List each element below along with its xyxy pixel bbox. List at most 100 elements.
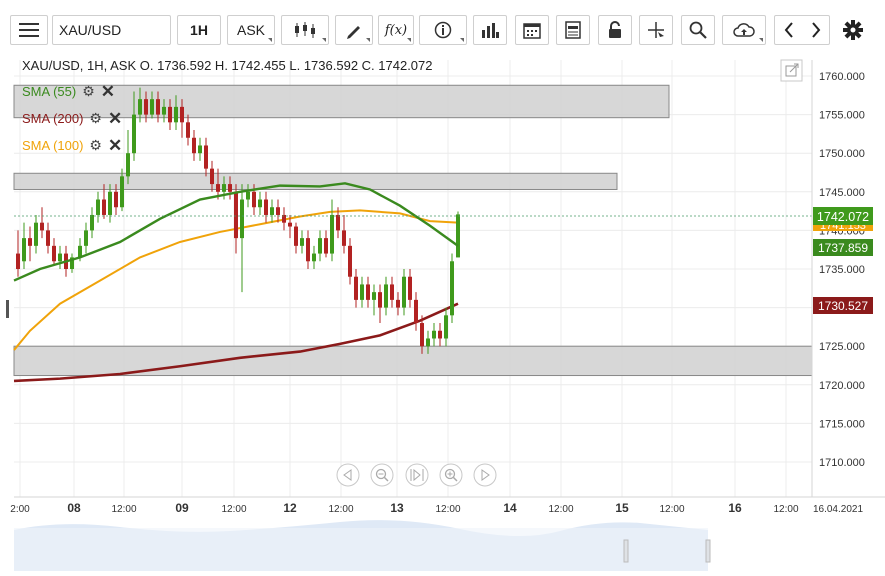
cloud-button[interactable]	[722, 15, 766, 45]
candle-body	[258, 199, 262, 208]
lock-icon	[609, 21, 621, 38]
report-button[interactable]	[556, 15, 590, 45]
candle-body	[360, 284, 364, 300]
candle-body	[420, 323, 424, 347]
timeframe-button[interactable]: 1H	[177, 15, 221, 45]
chart-type-button[interactable]	[281, 15, 329, 45]
sma200-badge: 1730.527	[813, 297, 873, 314]
report-icon	[565, 21, 581, 39]
y-tick-label: 1720.000	[819, 380, 865, 392]
x-tick-label: 09	[175, 501, 189, 515]
navigator-strip[interactable]	[0, 517, 885, 571]
scroll-left-icon[interactable]	[336, 463, 360, 487]
candle-body	[28, 238, 32, 246]
calendar-button[interactable]	[515, 15, 549, 45]
close-icon[interactable]: ✕	[101, 83, 115, 100]
candle-body	[108, 191, 112, 215]
x-tick-label: 12	[283, 501, 297, 515]
gear-icon	[843, 20, 863, 40]
x-tick-label: 14	[503, 501, 517, 515]
x-tick-label: 16.04.2021	[813, 504, 863, 515]
candle-body	[456, 214, 460, 258]
lock-button[interactable]	[598, 15, 632, 45]
chart-area[interactable]: 1760.000 1755.000 1750.000 1745.000 1740.000…	[0, 46, 885, 571]
zoom-button[interactable]	[681, 15, 715, 45]
legend-sma100[interactable]: SMA (100) ⚙ ✕	[22, 137, 122, 154]
navigator-handle[interactable]	[623, 539, 629, 563]
close-icon[interactable]: ✕	[108, 110, 122, 127]
gear-icon[interactable]: ⚙	[82, 83, 95, 100]
reset-icon[interactable]	[405, 463, 429, 487]
candle-body	[318, 238, 322, 254]
zoom-out-icon[interactable]	[370, 463, 394, 487]
ohlc-readout: XAU/USD, 1H, ASK O. 1736.592 H. 1742.455…	[22, 58, 433, 73]
indicators-button[interactable]	[473, 15, 507, 45]
candle-body	[132, 114, 136, 154]
legend-sma55[interactable]: SMA (55) ⚙ ✕	[22, 83, 115, 100]
formula-button[interactable]: f(x)	[378, 15, 414, 45]
candle-body	[216, 184, 220, 192]
zoom-in-icon[interactable]	[439, 463, 463, 487]
candle-body	[390, 284, 394, 300]
x-tick-label: 12:00	[328, 504, 353, 515]
candle-body	[246, 191, 250, 200]
settings-button[interactable]	[842, 19, 864, 46]
price-type-button[interactable]: ASK	[227, 15, 275, 45]
y-tick-label: 1760.000	[819, 71, 865, 83]
crosshair-button[interactable]	[639, 15, 673, 45]
draw-button[interactable]	[335, 15, 373, 45]
candle-body	[450, 261, 454, 316]
x-tick-label: 12:00	[659, 504, 684, 515]
arrow-left-icon[interactable]	[783, 21, 795, 39]
y-tick-label: 1755.000	[819, 110, 865, 122]
info-button[interactable]	[419, 15, 467, 45]
x-tick-label: 12:00	[221, 504, 246, 515]
gear-icon[interactable]: ⚙	[89, 137, 102, 154]
y-tick-label: 1750.000	[819, 148, 865, 160]
arrow-right-icon[interactable]	[810, 21, 822, 39]
candle-body	[348, 245, 352, 277]
price-type-label: ASK	[236, 22, 265, 38]
symbol-input[interactable]: XAU/USD	[52, 15, 171, 45]
calendar-icon	[523, 23, 541, 39]
candle-body	[342, 230, 346, 246]
candle-body	[52, 245, 56, 262]
gear-icon[interactable]: ⚙	[89, 110, 102, 127]
candle-body	[384, 284, 388, 308]
menu-button[interactable]	[10, 15, 48, 45]
candle-body	[354, 276, 358, 300]
candle-body	[40, 222, 44, 231]
sma200-label: SMA (200)	[22, 111, 84, 126]
x-tick-label: 15	[615, 501, 629, 515]
candle-body	[324, 238, 328, 254]
candle-body	[150, 99, 154, 115]
navigator-handle[interactable]	[705, 539, 711, 563]
bars-icon	[482, 23, 499, 38]
scroll-right-icon[interactable]	[473, 463, 497, 487]
candle-body	[114, 191, 118, 208]
legend-sma200[interactable]: SMA (200) ⚙ ✕	[22, 110, 122, 127]
candle-body	[378, 292, 382, 308]
x-tick-label: 12:00	[435, 504, 460, 515]
draw-pencil-icon	[347, 26, 360, 39]
x-tick-label: 12:00	[773, 504, 798, 515]
candle-body	[16, 253, 20, 269]
candle-body	[366, 284, 370, 300]
x-tick-label: 12:00	[111, 504, 136, 515]
expand-icon[interactable]	[780, 59, 803, 82]
panel-resize-handle[interactable]	[6, 300, 9, 318]
last-price-badge-text: 1742.072	[817, 210, 869, 224]
candle-body	[144, 99, 148, 115]
close-icon[interactable]: ✕	[108, 137, 122, 154]
formula-icon: f(x)	[384, 22, 408, 38]
candle-body	[276, 207, 280, 215]
cloud-upload-icon	[733, 23, 755, 37]
last-price-badge: 1742.072	[813, 207, 873, 225]
candle-body	[234, 191, 238, 239]
candle-body	[46, 230, 50, 246]
zoom-icon	[689, 21, 707, 39]
price-chart[interactable]: 1760.0001755.0001750.0001745.0001740.000…	[0, 46, 885, 571]
toolbar: XAU/USD 1H ASK f(x)	[0, 0, 885, 47]
candle-body	[174, 106, 178, 123]
candle-body	[264, 199, 268, 215]
